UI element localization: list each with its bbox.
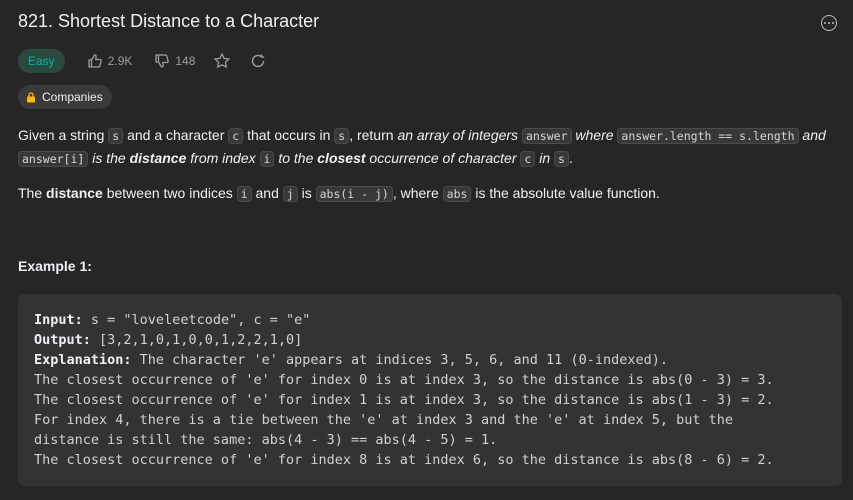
thumbs-down-icon xyxy=(155,54,170,68)
explanation-line: The closest occurrence of 'e' for index … xyxy=(34,392,774,408)
description-paragraph-1: Given a string s and a character c that … xyxy=(18,127,826,167)
share-icon[interactable] xyxy=(249,52,267,70)
more-options-icon[interactable] xyxy=(821,15,837,31)
explanation-line: distance is still the same: abs(4 - 3) =… xyxy=(34,432,498,448)
explanation-line: The closest occurrence of 'e' for index … xyxy=(34,372,774,388)
dislike-count: 148 xyxy=(175,54,196,68)
input-label: Input: xyxy=(34,312,83,328)
output-value: [3,2,1,0,1,0,0,1,2,2,1,0] xyxy=(90,332,303,348)
output-label: Output: xyxy=(34,332,91,348)
dislike-button[interactable]: 148 xyxy=(154,53,195,69)
problem-meta-row: Easy 2.9K 148 xyxy=(18,49,267,73)
example-title: Example 1: xyxy=(18,258,92,274)
lock-icon xyxy=(27,91,35,102)
like-count: 2.9K xyxy=(107,54,133,68)
thumbs-up-icon xyxy=(88,54,102,68)
explanation-line: The character 'e' appears at indices 3, … xyxy=(131,352,668,368)
companies-label: Companies xyxy=(42,90,103,104)
explanation-line: The closest occurrence of 'e' for index … xyxy=(34,452,774,468)
problem-title: 821. Shortest Distance to a Character xyxy=(18,11,320,31)
description-paragraph-2: The distance between two indices i and j… xyxy=(18,185,660,202)
star-icon[interactable] xyxy=(213,52,231,70)
explanation-line: For index 4, there is a tie between the … xyxy=(34,412,733,428)
like-button[interactable]: 2.9K xyxy=(87,53,133,69)
companies-tag[interactable]: Companies xyxy=(18,85,112,109)
difficulty-badge: Easy xyxy=(18,49,65,73)
example-code-block: Input: s = "loveleetcode", c = "e" Outpu… xyxy=(18,294,842,486)
explanation-label: Explanation: xyxy=(34,352,132,368)
input-value: s = "loveleetcode", c = "e" xyxy=(82,312,311,328)
